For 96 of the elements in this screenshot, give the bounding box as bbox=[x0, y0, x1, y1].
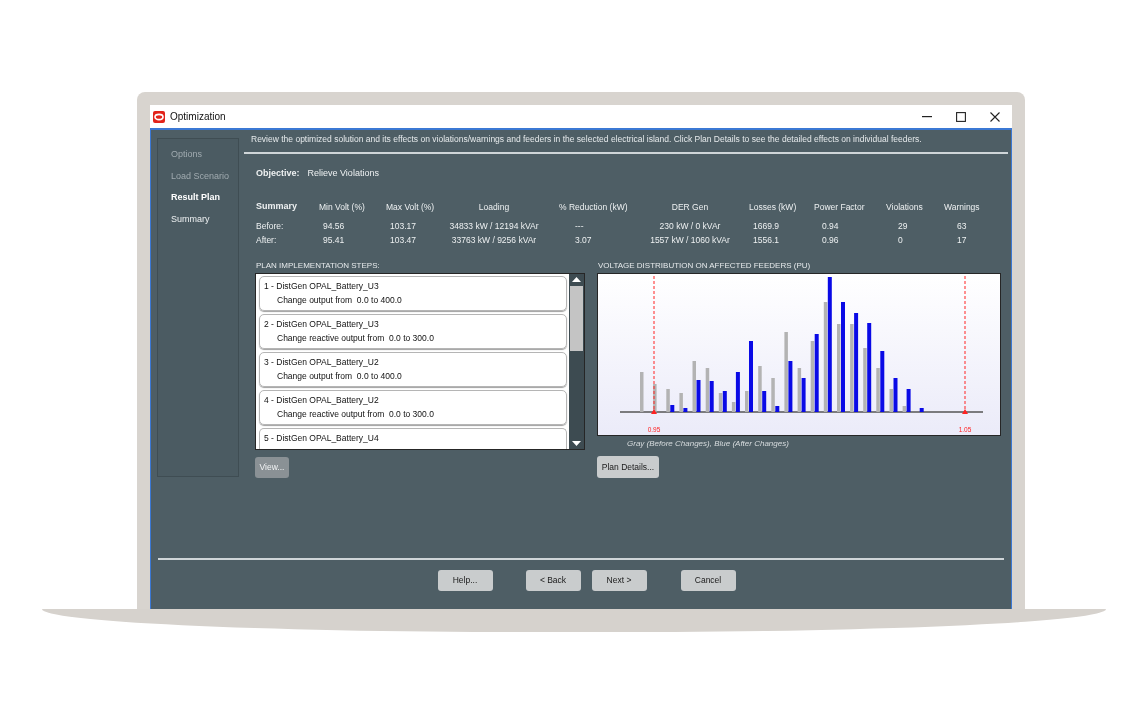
table-cell-text: --- bbox=[574, 219, 585, 233]
before-bar bbox=[679, 393, 683, 412]
after-bar bbox=[709, 381, 714, 412]
after-bar bbox=[670, 405, 675, 412]
before-bar bbox=[876, 368, 880, 412]
after-bar bbox=[801, 378, 806, 412]
column-header: Warnings bbox=[943, 200, 981, 214]
plan-details-button[interactable]: Plan Details... bbox=[597, 456, 659, 478]
cancel-button[interactable]: Cancel bbox=[680, 570, 736, 591]
after-bar bbox=[735, 372, 740, 412]
scroll-down-button[interactable] bbox=[569, 438, 584, 449]
column-header: Loading bbox=[477, 200, 511, 214]
before-bar bbox=[718, 393, 723, 412]
table-cell-text: 34833 kW / 12194 kVAr bbox=[448, 219, 540, 233]
before-bar bbox=[692, 361, 696, 412]
before-bar bbox=[810, 341, 815, 412]
section-label: PLAN IMPLEMENTATION STEPS: bbox=[255, 260, 381, 272]
after-bar bbox=[683, 408, 688, 412]
before-bar bbox=[771, 378, 775, 412]
step-title: 4 - DistGen OPAL_Battery_U2 bbox=[264, 394, 380, 407]
table-cell-text: 94.56 bbox=[322, 219, 346, 233]
column-header: % Reduction (kW) bbox=[558, 200, 629, 214]
column-header: DER Gen bbox=[670, 200, 710, 214]
up-triangle-icon bbox=[572, 277, 581, 282]
table-cell-text: 17 bbox=[956, 233, 968, 247]
objective-value: Relieve Violations bbox=[307, 167, 379, 181]
help-button[interactable]: Help... bbox=[437, 570, 493, 591]
step-title: 5 - DistGen OPAL_Battery_U4 bbox=[264, 432, 380, 445]
objective-label: Objective: bbox=[256, 167, 300, 181]
scroll-up-button[interactable] bbox=[569, 274, 584, 285]
column-header: Max Volt (%) bbox=[386, 200, 436, 214]
after-bar bbox=[788, 361, 793, 412]
before-bar bbox=[797, 368, 802, 412]
scrollbar-thumb[interactable] bbox=[570, 286, 583, 351]
before-bar bbox=[745, 391, 749, 412]
before-bar bbox=[666, 389, 670, 412]
table-cell-text: 1669.9 bbox=[752, 219, 780, 233]
table-cell-text: 95.41 bbox=[322, 233, 346, 247]
after-bar bbox=[906, 389, 911, 412]
app-logo-icon bbox=[153, 110, 165, 123]
before-bar bbox=[705, 368, 710, 412]
step-card[interactable]: 4 - DistGen OPAL_Battery_U2 Change reactive output from 0.0 to 300.0 bbox=[259, 390, 567, 425]
down-triangle-icon bbox=[572, 441, 581, 446]
before-bar bbox=[758, 366, 762, 412]
after-bar bbox=[893, 378, 898, 412]
before-bar bbox=[653, 384, 657, 412]
step-detail: Change output from 0.0 to 400.0 bbox=[276, 370, 403, 383]
column-header: Summary bbox=[256, 200, 299, 214]
table-cell-text: 33763 kW / 9256 kVAr bbox=[450, 233, 538, 247]
table-cell-text: 0 bbox=[897, 233, 904, 247]
column-header: Violations bbox=[885, 200, 924, 214]
after-bar bbox=[749, 341, 753, 412]
step-title: 2 - DistGen OPAL_Battery_U3 bbox=[264, 318, 380, 331]
table-cell-text: 63 bbox=[956, 219, 968, 233]
next-button[interactable]: Next > bbox=[591, 570, 647, 591]
column-header: Min Volt (%) bbox=[319, 200, 366, 214]
after-bar bbox=[762, 391, 767, 412]
minimize-icon bbox=[922, 115, 932, 118]
table-cell-text: 1556.1 bbox=[752, 233, 780, 247]
maximize-icon bbox=[956, 111, 966, 122]
step-card[interactable]: 5 - DistGen OPAL_Battery_U4 bbox=[259, 428, 567, 449]
step-detail: Change reactive output from 0.0 to 300.0 bbox=[276, 332, 435, 345]
nav-item[interactable]: Result Plan bbox=[171, 190, 238, 205]
step-card[interactable]: 3 - DistGen OPAL_Battery_U2 Change output from 0.0 to 400.0 bbox=[259, 352, 567, 387]
before-bar bbox=[863, 348, 867, 412]
before-bar bbox=[889, 389, 893, 412]
step-card[interactable]: 2 - DistGen OPAL_Battery_U3 Change reactive output from 0.0 to 300.0 bbox=[259, 314, 567, 349]
section-label: VOLTAGE DISTRIBUTION ON AFFECTED FEEDERS (PU) bbox=[597, 260, 812, 272]
after-bar bbox=[722, 391, 727, 412]
after-bar bbox=[919, 408, 924, 412]
step-detail: Change reactive output from 0.0 to 300.0 bbox=[276, 408, 435, 421]
after-bar bbox=[696, 380, 701, 412]
table-cell-text: Before: bbox=[256, 219, 285, 233]
step-detail: Change output from 0.0 to 400.0 bbox=[276, 294, 403, 307]
table-cell-text: 3.07 bbox=[574, 233, 593, 247]
chart-legend: Gray (Before Changes), Blue (After Changes) bbox=[597, 437, 1001, 450]
table-cell-text: After: bbox=[256, 233, 278, 247]
step-title: 1 - DistGen OPAL_Battery_U3 bbox=[264, 280, 380, 293]
after-bar bbox=[880, 351, 885, 412]
before-bar bbox=[640, 372, 644, 412]
back-button[interactable]: < Back bbox=[525, 570, 581, 591]
table-cell-text: 0.96 bbox=[821, 233, 840, 247]
nav-item[interactable]: Summary bbox=[171, 211, 238, 227]
table-cell-text: 103.17 bbox=[389, 219, 417, 233]
table-cell-text: 1557 kW / 1060 kVAr bbox=[649, 233, 731, 247]
step-card[interactable]: 1 - DistGen OPAL_Battery_U3 Change output from 0.0 to 400.0 bbox=[259, 276, 567, 311]
table-cell-text: 103.47 bbox=[389, 233, 417, 247]
window-title: Optimization bbox=[170, 110, 226, 124]
table-cell-text: 0.94 bbox=[821, 219, 840, 233]
instruction-text: Review the optimized solution and its effects on violations/warnings and feeders in the selected electrical island. Click Plan Details to see the detailed effects on individual feeders. bbox=[250, 133, 923, 146]
table-cell-text: 230 kW / 0 kVAr bbox=[658, 219, 722, 233]
column-header: Power Factor bbox=[813, 200, 866, 214]
close-icon bbox=[990, 111, 1000, 122]
step-title: 3 - DistGen OPAL_Battery_U2 bbox=[264, 356, 380, 369]
table-cell-text: 29 bbox=[897, 219, 909, 233]
column-header: Losses (kW) bbox=[748, 200, 798, 214]
